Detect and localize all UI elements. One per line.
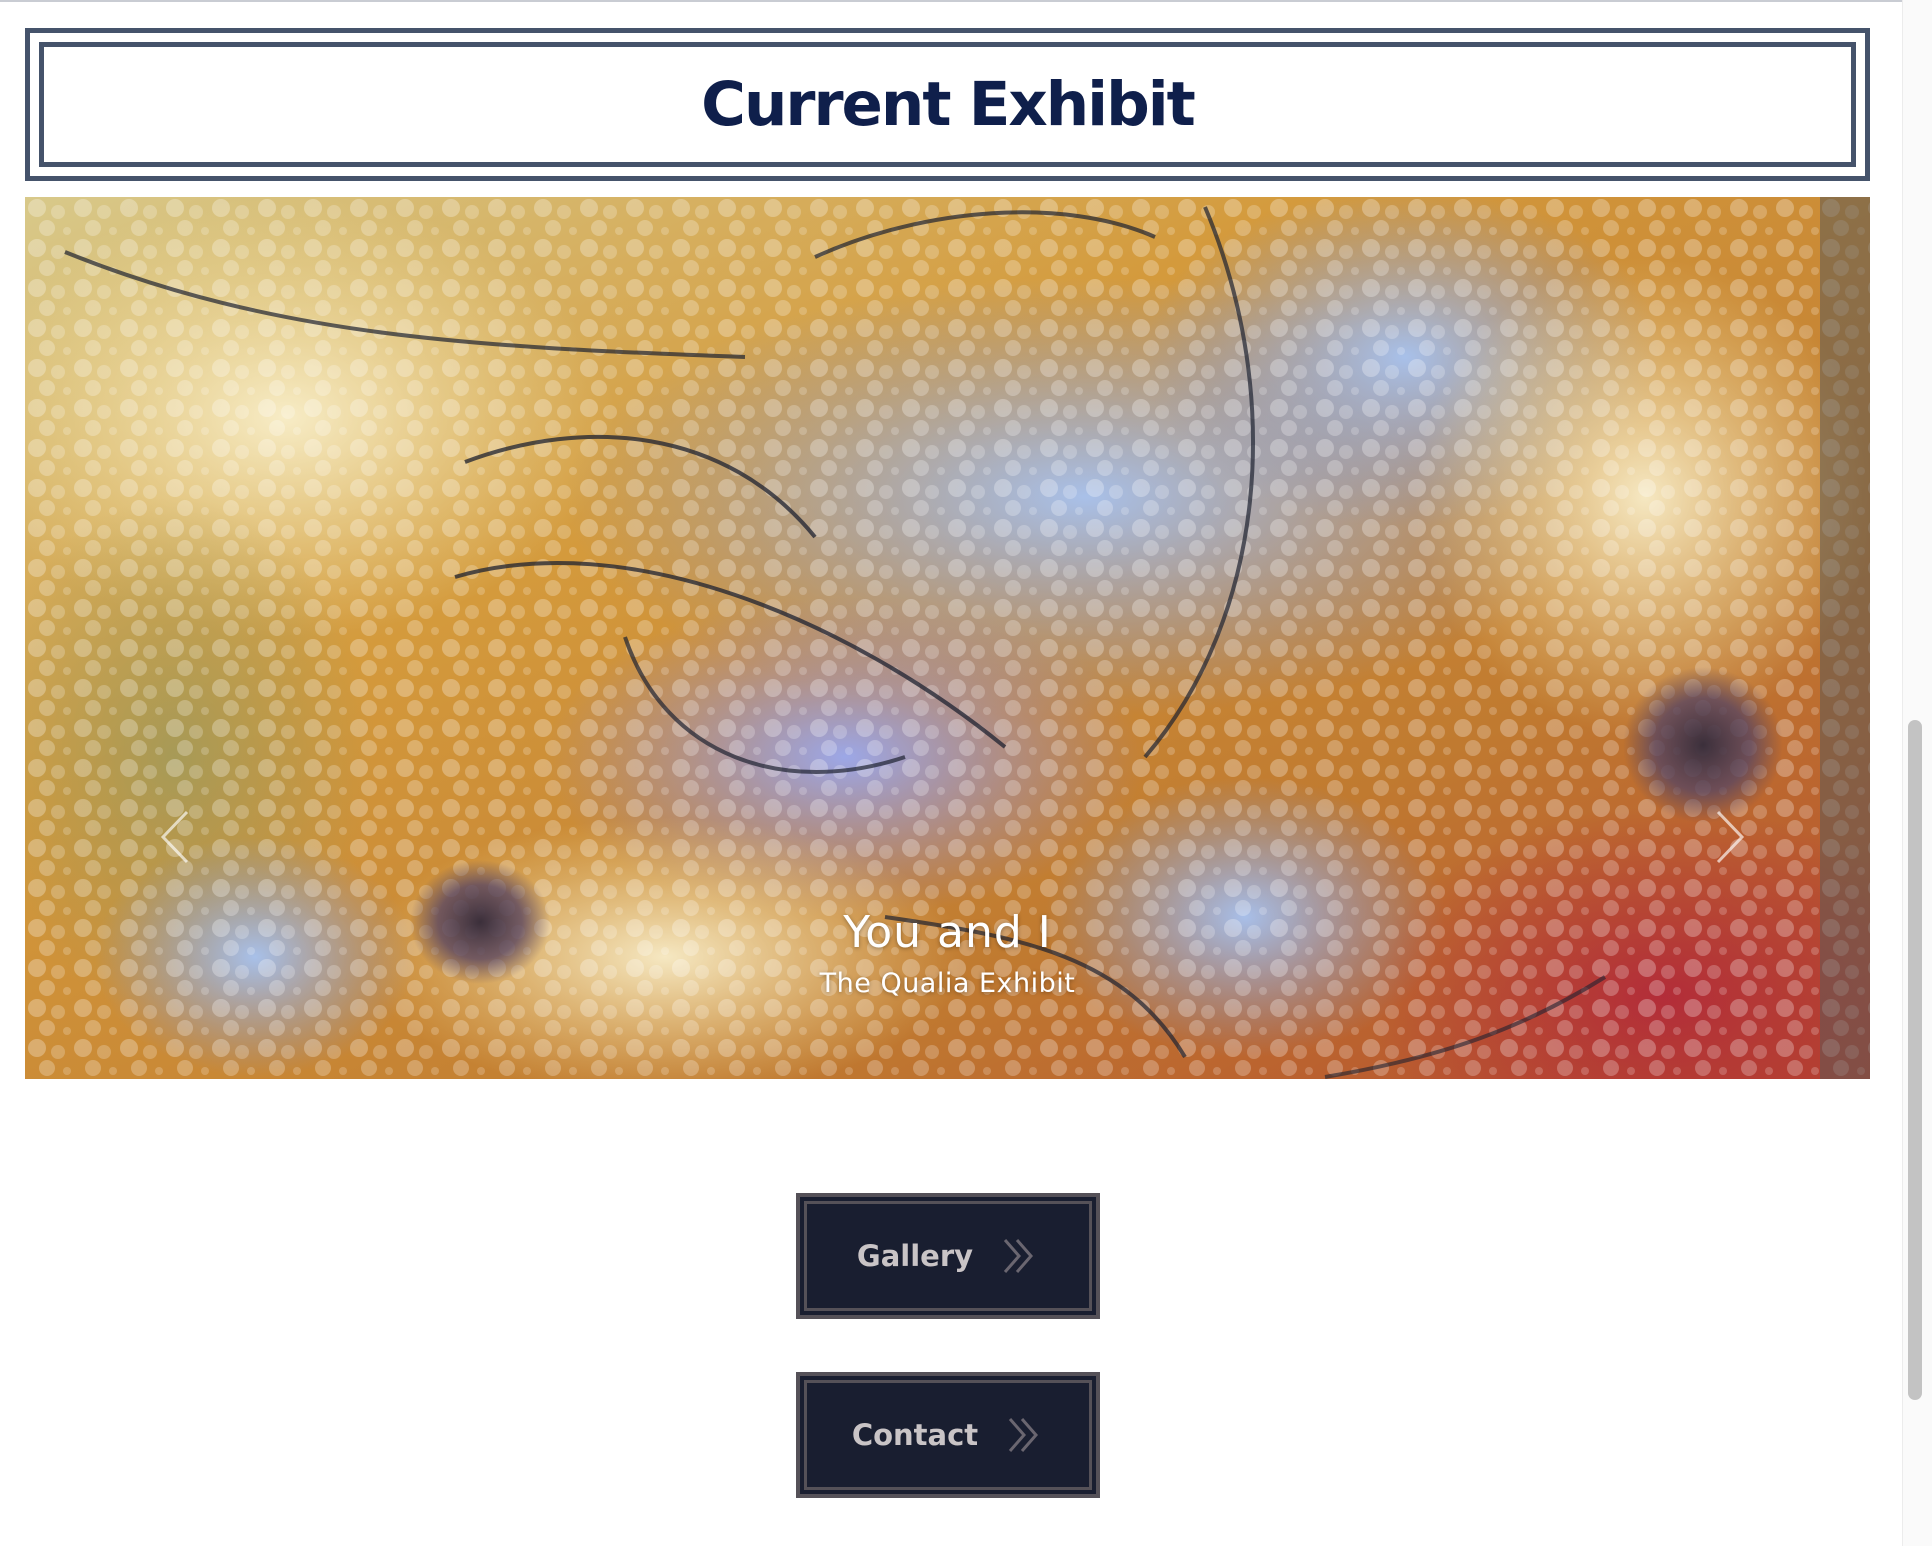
double-chevron-right-icon xyxy=(1004,1415,1044,1455)
slide-caption: You and I The Qualia Exhibit xyxy=(25,907,1870,999)
slide-subtitle: The Qualia Exhibit xyxy=(819,968,1076,999)
carousel-next-button[interactable] xyxy=(1700,802,1760,872)
section-heading-inner-frame: Current Exhibit xyxy=(39,42,1856,167)
top-divider xyxy=(0,0,1932,2)
gallery-button-label: Gallery xyxy=(856,1239,974,1273)
gallery-button[interactable]: Gallery xyxy=(796,1193,1100,1319)
section-title: Current Exhibit xyxy=(701,69,1196,140)
contact-button-label: Contact xyxy=(851,1418,979,1452)
chevron-left-icon xyxy=(160,810,189,864)
slide-title: You and I xyxy=(843,907,1052,958)
page: Current Exhibit You and I The Qualia Exh… xyxy=(0,0,1932,1546)
contact-button[interactable]: Contact xyxy=(796,1372,1100,1498)
carousel-prev-button[interactable] xyxy=(145,802,205,872)
section-heading-box: Current Exhibit xyxy=(25,28,1870,181)
double-chevron-right-icon xyxy=(999,1236,1039,1276)
exhibit-carousel[interactable]: You and I The Qualia Exhibit xyxy=(25,197,1870,1079)
chevron-right-icon xyxy=(1716,810,1745,864)
scrollbar-thumb[interactable] xyxy=(1908,720,1922,1400)
